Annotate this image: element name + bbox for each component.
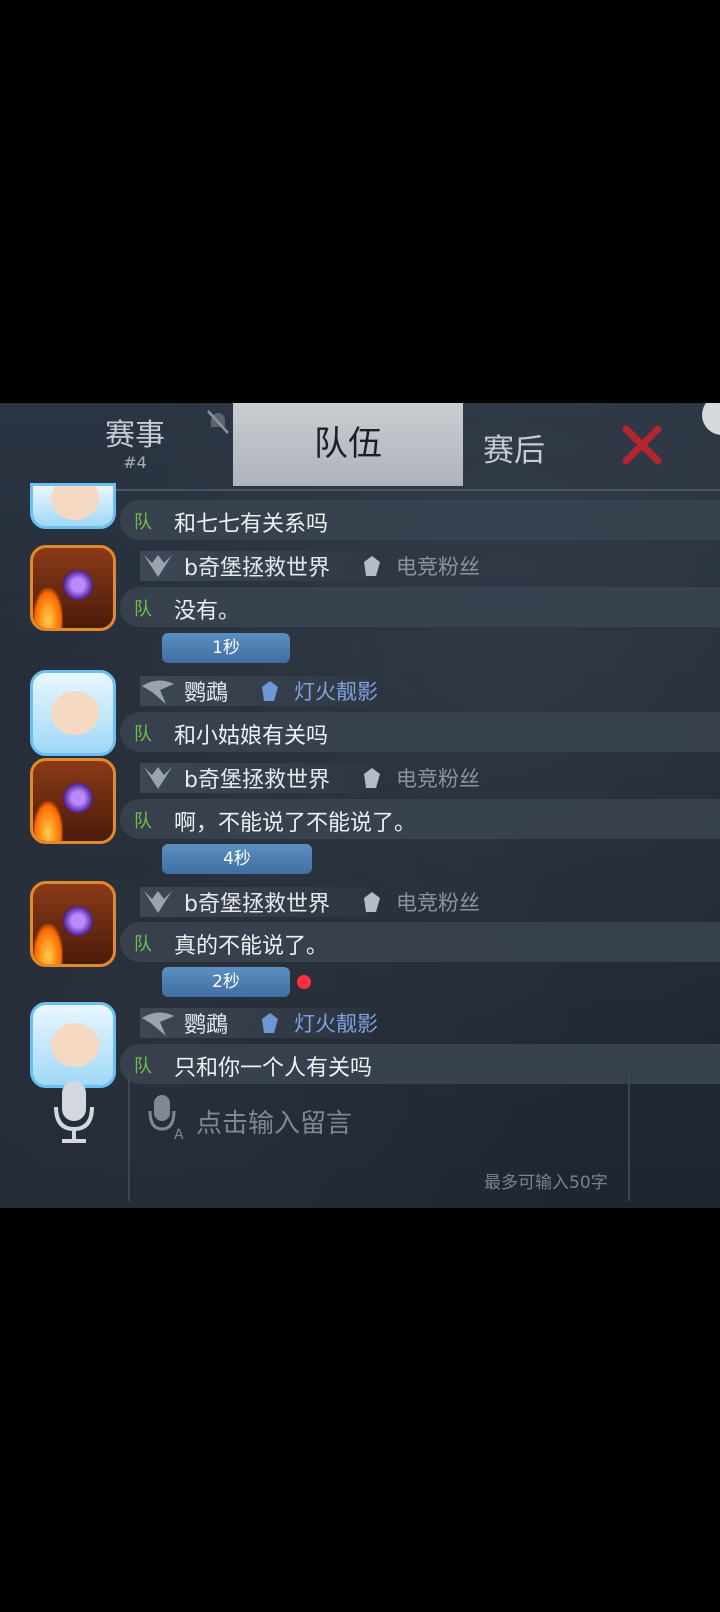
edge-button[interactable] — [702, 403, 720, 435]
avatar[interactable] — [30, 1002, 116, 1088]
message-text: 真的不能说了。 — [174, 934, 329, 959]
message-input[interactable]: 点击输入留言 — [196, 1103, 352, 1140]
message-bubble: 队 只和你一个人有关吗 — [120, 1044, 720, 1084]
close-icon[interactable] — [620, 423, 664, 467]
tab-team-label: 队伍 — [314, 424, 382, 464]
input-divider-right — [628, 1071, 630, 1201]
sender-title: 灯火靓影 — [294, 1012, 379, 1036]
sender-name: 鹦鵡 — [184, 681, 229, 706]
message-text: 和七七有关系吗 — [174, 512, 329, 537]
avatar[interactable] — [30, 881, 116, 967]
time-pill: 2秒 — [162, 967, 290, 997]
mute-bell-icon[interactable] — [206, 409, 230, 435]
avatar[interactable] — [30, 670, 116, 756]
team-tag: 队 — [134, 599, 152, 620]
time-pill: 4秒 — [162, 844, 312, 874]
header-divider — [40, 489, 720, 491]
tab-team[interactable]: 队伍 — [233, 403, 463, 486]
avatar[interactable] — [30, 483, 116, 529]
message-text: 和小姑娘有关吗 — [174, 724, 329, 749]
rank-icon — [144, 891, 172, 913]
input-divider — [128, 1071, 130, 1201]
tag-icon — [363, 768, 380, 788]
team-tag: 队 — [134, 724, 152, 745]
rank-icon — [144, 555, 172, 577]
sender-name: b奇堡拯救世界 — [184, 768, 330, 793]
sender-name: b奇堡拯救世界 — [184, 892, 330, 917]
team-tag: 队 — [134, 934, 152, 955]
char-limit-hint: 最多可输入50字 — [484, 1173, 608, 1193]
rank-icon — [142, 680, 174, 704]
rank-icon — [144, 767, 172, 789]
sender-row: b奇堡拯救世界 电竞粉丝 — [140, 887, 480, 917]
message-bubble: 队 和七七有关系吗 — [120, 500, 720, 540]
sender-row: b奇堡拯救世界 电竞粉丝 — [140, 551, 480, 581]
tab-events-label: 赛事 — [105, 418, 165, 453]
tag-icon — [262, 1013, 279, 1033]
sender-row: b奇堡拯救世界 电竞粉丝 — [140, 763, 480, 793]
sender-row: 鹦鵡 灯火靓影 — [140, 676, 378, 706]
tag-icon — [262, 681, 279, 701]
svg-text:A: A — [174, 1127, 184, 1143]
sender-title: 电竞粉丝 — [395, 555, 480, 579]
avatar[interactable] — [30, 545, 116, 631]
rank-icon — [142, 1012, 174, 1036]
tag-icon — [363, 892, 380, 912]
sender-name: b奇堡拯救世界 — [184, 556, 330, 581]
message-bubble: 队 啊，不能说了不能说了。 — [120, 799, 720, 839]
sender-row: 鹦鵡 灯火靓影 — [140, 1008, 378, 1038]
time-pill: 1秒 — [162, 633, 290, 663]
chat-panel: 赛事 #4 队伍 赛后 队 和七七有关系吗 b奇堡拯救世界 电竞粉丝 队 没有。 — [0, 403, 720, 1208]
unread-dot — [297, 975, 311, 989]
tab-events-sub: #4 — [123, 453, 147, 472]
team-tag: 队 — [134, 1056, 152, 1077]
avatar[interactable] — [30, 758, 116, 844]
tag-icon — [363, 556, 380, 576]
tab-events[interactable]: 赛事 #4 — [100, 419, 170, 473]
sender-title: 电竞粉丝 — [395, 891, 480, 915]
team-tag: 队 — [134, 512, 152, 533]
microphone-icon[interactable] — [52, 1079, 96, 1145]
sender-title: 灯火靓影 — [294, 680, 379, 704]
message-bubble: 队 真的不能说了。 — [120, 922, 720, 962]
voice-to-text-icon[interactable]: A — [148, 1091, 188, 1143]
message-text: 啊，不能说了不能说了。 — [174, 811, 417, 836]
message-text: 只和你一个人有关吗 — [174, 1056, 373, 1081]
tab-after-match[interactable]: 赛后 — [483, 425, 545, 470]
team-tag: 队 — [134, 811, 152, 832]
message-bubble: 队 没有。 — [120, 587, 720, 627]
message-bubble: 队 和小姑娘有关吗 — [120, 712, 720, 752]
message-text: 没有。 — [174, 599, 241, 624]
sender-title: 电竞粉丝 — [395, 767, 480, 791]
sender-name: 鹦鵡 — [184, 1013, 229, 1038]
